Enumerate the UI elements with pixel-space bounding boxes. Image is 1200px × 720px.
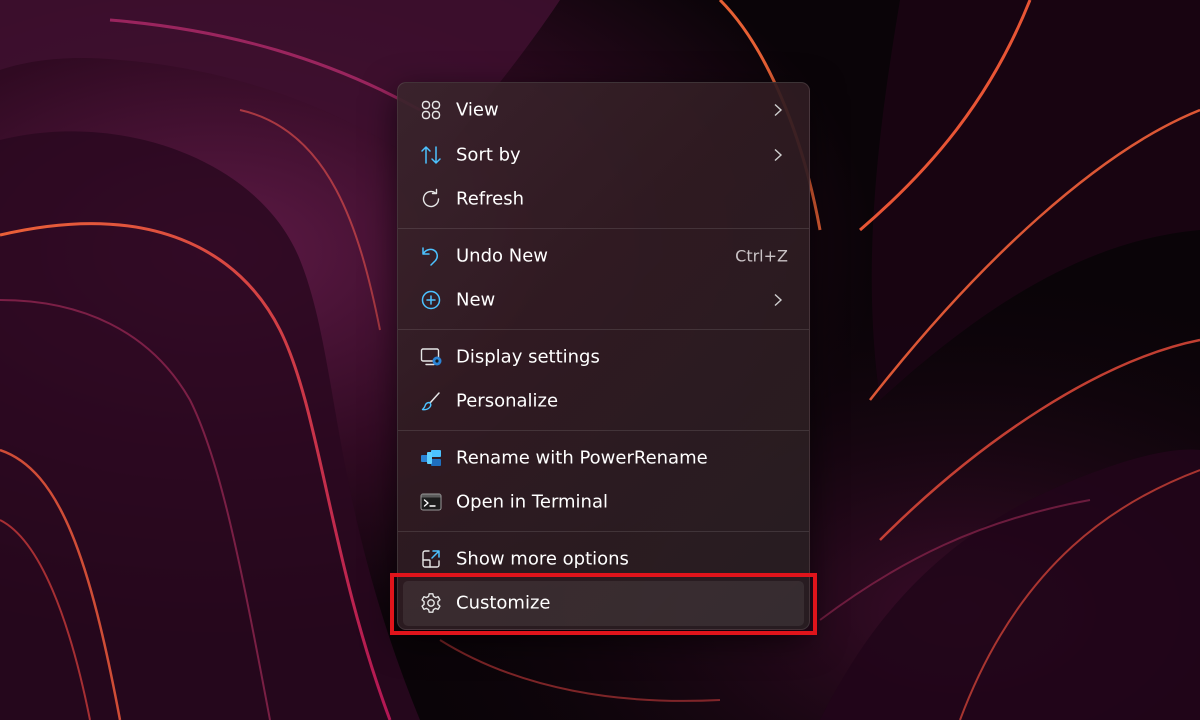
menu-item-label: Customize [456,592,551,614]
menu-item-personalize[interactable]: Personalize [403,379,804,424]
menu-item-label: Open in Terminal [456,491,608,513]
desktop-context-menu: View Sort by Refresh Undo New Ctrl+Z New… [397,82,810,630]
chevron-right-icon [774,294,783,307]
refresh-icon [419,187,443,211]
menu-item-label: Rename with PowerRename [456,447,708,469]
menu-item-rename-powerrename[interactable]: Rename with PowerRename [403,436,804,481]
menu-separator [398,227,809,229]
sort-arrows-icon [419,143,443,167]
terminal-icon [419,490,443,514]
menu-item-label: New [456,289,496,311]
menu-item-undo-new[interactable]: Undo New Ctrl+Z [403,234,804,279]
chevron-right-icon [774,148,783,161]
open-external-icon [419,547,443,571]
menu-item-sort-by[interactable]: Sort by [403,133,804,178]
menu-item-label: View [456,99,499,121]
powerrename-icon [419,446,443,470]
menu-item-refresh[interactable]: Refresh [403,177,804,222]
menu-item-show-more-options[interactable]: Show more options [403,537,804,582]
menu-item-label: Sort by [456,144,521,166]
menu-item-view[interactable]: View [403,88,804,133]
add-circle-icon [419,288,443,312]
menu-item-label: Undo New [456,245,549,267]
gear-icon [419,591,443,615]
view-grid-icon [419,98,443,122]
menu-separator [398,530,809,532]
brush-icon [419,389,443,413]
menu-item-new[interactable]: New [403,278,804,323]
keyboard-shortcut: Ctrl+Z [735,246,788,266]
menu-item-label: Show more options [456,548,629,570]
menu-item-display-settings[interactable]: Display settings [403,335,804,380]
display-settings-icon [419,345,443,369]
menu-separator [398,328,809,330]
menu-item-open-terminal[interactable]: Open in Terminal [403,480,804,525]
chevron-right-icon [774,104,783,117]
menu-item-customize[interactable]: Customize [403,581,804,626]
undo-icon [419,244,443,268]
menu-item-label: Refresh [456,188,524,210]
menu-separator [398,429,809,431]
menu-item-label: Display settings [456,346,600,368]
menu-item-label: Personalize [456,390,559,412]
